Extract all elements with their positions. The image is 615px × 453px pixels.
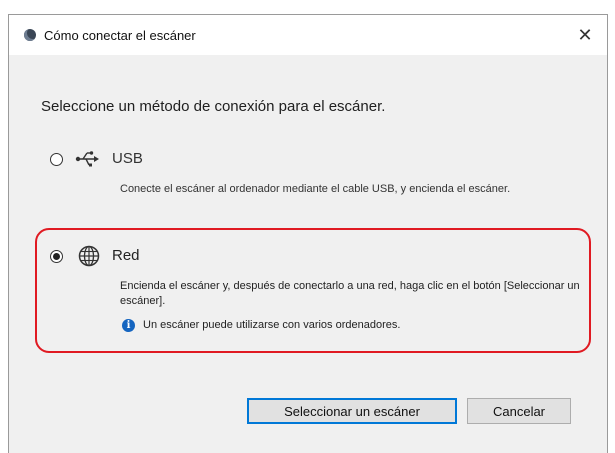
network-option-description: Encienda el escáner y, después de conect… xyxy=(120,280,580,307)
usb-option-label[interactable]: USB xyxy=(112,150,143,167)
window-title: Cómo conectar el escáner xyxy=(44,28,196,43)
info-icon: i xyxy=(122,319,135,332)
network-option-label[interactable]: Red xyxy=(112,247,140,264)
connection-dialog: Cómo conectar el escáner ✕ Seleccione un… xyxy=(8,14,608,453)
close-button[interactable]: ✕ xyxy=(571,21,599,49)
usb-icon xyxy=(75,151,99,167)
usb-radio[interactable] xyxy=(50,153,63,166)
select-scanner-button[interactable]: Seleccionar un escáner xyxy=(247,398,457,424)
info-note: Un escáner puede utilizarse con varios o… xyxy=(143,319,401,331)
instruction-text: Seleccione un método de conexión para el… xyxy=(41,98,386,115)
network-radio[interactable] xyxy=(50,250,63,263)
usb-option-description: Conecte el escáner al ordenador mediante… xyxy=(120,183,511,195)
scanner-app-icon xyxy=(24,29,36,41)
title-bar: Cómo conectar el escáner ✕ xyxy=(9,15,607,55)
cancel-button[interactable]: Cancelar xyxy=(467,398,571,424)
globe-icon xyxy=(78,245,100,267)
